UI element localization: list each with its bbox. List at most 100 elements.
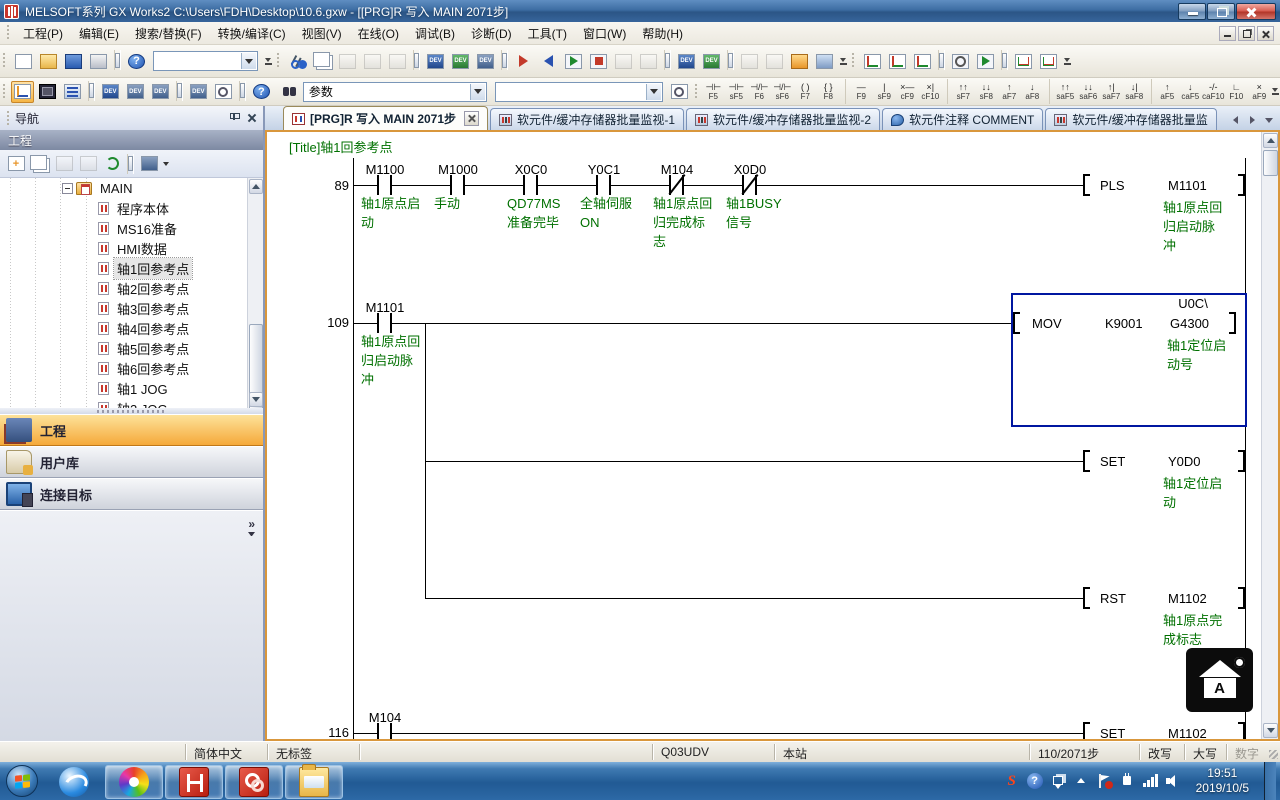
menu-item[interactable]: 诊断(D) [463, 22, 520, 45]
toolbar-button[interactable] [250, 81, 273, 103]
toolbar-button[interactable] [1001, 50, 1008, 70]
ladder-output-pls[interactable]: PLS M1101 [1083, 174, 1245, 196]
ladder-symbol-button[interactable]: ↑ aF5 [1151, 79, 1179, 104]
tab-scroll-right-icon[interactable] [1245, 112, 1259, 128]
ladder-symbol-button[interactable]: ↓ caF5 [1179, 79, 1202, 104]
ladder-canvas[interactable]: [Title]轴1回参考点 89 M1100 轴1原点启动 [277, 132, 1261, 739]
ladder-symbol-button[interactable]: { } F8 [817, 79, 840, 104]
toolbar-button[interactable] [938, 50, 945, 70]
toolbar-button[interactable] [727, 50, 734, 70]
menu-item[interactable]: 窗口(W) [575, 22, 634, 45]
ladder-symbol-button[interactable]: ↓↓ sF8 [975, 79, 998, 104]
menu-item[interactable]: 调试(B) [407, 22, 463, 45]
toolbar-button[interactable] [149, 81, 172, 103]
power-plug-icon[interactable] [1119, 773, 1135, 789]
tree-scrollbar[interactable] [247, 178, 263, 408]
toolbar-button[interactable] [125, 50, 148, 72]
toolbar-button[interactable] [813, 50, 836, 72]
toolbar-button[interactable] [664, 50, 671, 70]
document-tab[interactable]: 软元件/缓冲存储器批量监视-1 [490, 108, 684, 130]
project-tool-button[interactable] [77, 154, 99, 174]
toolbar-button[interactable] [512, 50, 535, 72]
value-combo[interactable] [495, 82, 663, 102]
toolbar-overflow-button[interactable] [1271, 81, 1280, 103]
toolbar-button[interactable] [700, 50, 723, 72]
ladder-symbol-button[interactable]: ↑↑ sF7 [947, 79, 975, 104]
toolbar-button[interactable] [99, 81, 122, 103]
toolbar-button[interactable] [587, 50, 610, 72]
toolbar-button[interactable] [212, 81, 235, 103]
tree-item[interactable]: 轴4回参考点 [0, 318, 247, 338]
taskbar-app-button[interactable] [45, 765, 103, 799]
tree-item[interactable]: 轴2回参考点 [0, 278, 247, 298]
scrollbar-thumb[interactable] [1263, 150, 1278, 176]
toolbar-button[interactable] [612, 50, 635, 72]
close-icon[interactable] [245, 111, 259, 125]
mdi-minimize-button[interactable] [1219, 26, 1236, 41]
toolbar-button[interactable] [1012, 50, 1035, 72]
tree-item[interactable]: MAIN [0, 178, 247, 198]
toolbar-button[interactable] [87, 50, 110, 72]
scroll-down-icon[interactable] [1263, 723, 1278, 738]
project-tool-button[interactable] [101, 154, 123, 174]
resize-grip[interactable] [1266, 742, 1280, 762]
menu-item[interactable]: 视图(V) [294, 22, 350, 45]
toolbar-button[interactable] [1037, 50, 1060, 72]
toolbar-overflow-button[interactable] [1061, 50, 1073, 72]
toolbar-button[interactable] [336, 50, 359, 72]
tree-item[interactable]: 轴5回参考点 [0, 338, 247, 358]
ladder-output-mov[interactable]: MOV K9001 G4300 [1013, 312, 1236, 334]
ladder-output-set2[interactable]: SET M1102 [1083, 722, 1245, 739]
tree-item[interactable]: 轴2 JOG [0, 398, 247, 408]
taskbar-app-button[interactable] [225, 765, 283, 799]
toolbar-button[interactable] [62, 50, 85, 72]
show-desktop-button[interactable] [1264, 762, 1276, 800]
toolbar-button[interactable] [861, 50, 884, 72]
taskbar-app-button[interactable] [105, 765, 163, 799]
ladder-symbol-button[interactable]: ↑ aF7 [998, 79, 1021, 104]
toolbar-button[interactable] [675, 50, 698, 72]
project-tool-button[interactable] [5, 154, 27, 174]
close-button[interactable] [1236, 3, 1276, 20]
menu-item[interactable]: 编辑(E) [71, 22, 127, 45]
ladder-symbol-button[interactable]: ⊣⊢ F5 [702, 79, 725, 104]
toolbar-button[interactable] [239, 81, 246, 101]
collapse-icon[interactable] [62, 183, 73, 194]
pin-icon[interactable] [227, 111, 241, 125]
menu-item[interactable]: 在线(O) [350, 22, 407, 45]
ladder-symbol-button[interactable]: ↑↑ saF5 [1049, 79, 1077, 104]
project-tool-button[interactable] [138, 154, 160, 174]
toolbar-button[interactable] [88, 81, 95, 101]
document-tab[interactable]: [PRG]R 写入 MAIN 2071步 [283, 106, 488, 130]
ladder-symbol-button[interactable]: ∟ F10 [1225, 79, 1248, 104]
toolbar-overflow-button[interactable] [837, 50, 849, 72]
assistive-overlay-button[interactable]: A [1186, 648, 1253, 712]
toolbar-button[interactable] [763, 50, 786, 72]
toolbar-button[interactable] [501, 50, 508, 70]
toolbar-button[interactable] [537, 50, 560, 72]
show-hidden-icons-button[interactable] [1073, 773, 1089, 789]
toolbar-button[interactable] [424, 50, 447, 72]
mdi-restore-button[interactable] [1238, 26, 1255, 41]
quick-search-combo[interactable] [153, 51, 258, 71]
tree-item[interactable]: 轴1回参考点 [0, 258, 247, 278]
project-tool-button[interactable] [53, 154, 75, 174]
restore-window-tray-icon[interactable] [1050, 773, 1066, 789]
ladder-output-rst[interactable]: RST M1102 [1083, 587, 1245, 609]
restore-button[interactable] [1207, 3, 1235, 20]
chevron-more-button[interactable]: » [248, 517, 255, 536]
editor-scrollbar[interactable] [1261, 132, 1278, 739]
toolbar-button[interactable] [114, 50, 121, 70]
menu-item[interactable]: 工程(P) [15, 22, 71, 45]
ladder-symbol-button[interactable]: ↓↓ saF6 [1077, 79, 1100, 104]
toolbar-button[interactable] [474, 50, 497, 72]
device-search-combo[interactable]: 参数 [303, 82, 488, 102]
ladder-symbol-button[interactable]: | sF9 [873, 79, 896, 104]
tree-item[interactable]: 程序本体 [0, 198, 247, 218]
ladder-symbol-button[interactable]: — F9 [845, 79, 873, 104]
ladder-output-set[interactable]: SET Y0D0 [1083, 450, 1245, 472]
ladder-symbol-button[interactable]: × aF9 [1248, 79, 1271, 104]
toolbar-button[interactable] [37, 50, 60, 72]
menu-item[interactable]: 转换/编译(C) [210, 22, 294, 45]
ladder-symbol-button[interactable]: ↓ aF8 [1021, 79, 1044, 104]
